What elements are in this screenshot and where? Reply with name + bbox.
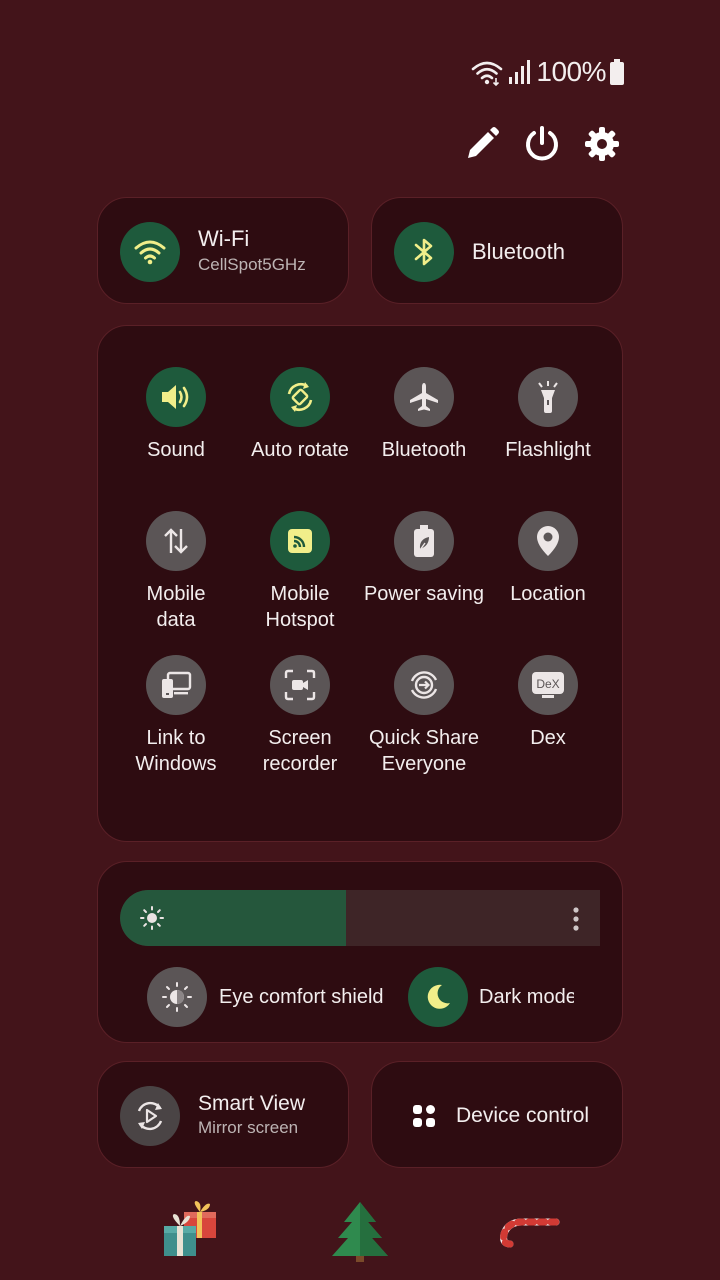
tile-flashlight[interactable]: Flashlight (486, 367, 610, 507)
quick-share-icon[interactable] (394, 655, 454, 715)
tile-location[interactable]: Location (486, 511, 610, 651)
wifi-network-name: CellSpot5GHz (198, 255, 306, 274)
eye-comfort-icon[interactable] (147, 967, 207, 1027)
smart-view-tile[interactable]: Smart View Mirror screen (97, 1061, 349, 1168)
wifi-title: Wi-Fi (198, 226, 250, 251)
power-icon[interactable] (520, 122, 564, 166)
dark-mode-icon[interactable] (408, 967, 468, 1027)
location-icon[interactable] (518, 511, 578, 571)
edit-icon[interactable] (460, 122, 504, 166)
tile-label: Mobile Hotspot (265, 583, 335, 631)
signal-icon (509, 60, 531, 84)
candy-cane-icon (500, 1218, 560, 1248)
tile-label: Dex (530, 727, 566, 749)
airplane-icon[interactable] (394, 367, 454, 427)
mobile-data-icon[interactable] (146, 511, 206, 571)
tile-dex[interactable]: DeX Dex (486, 655, 610, 795)
tile-label: Location (510, 583, 586, 605)
link-to-windows-icon[interactable] (146, 655, 206, 715)
bluetooth-title: Bluetooth (472, 239, 565, 264)
tile-airplane-bluetooth[interactable]: Bluetooth (362, 367, 486, 507)
tile-sound[interactable]: Sound (114, 367, 238, 507)
more-options-icon[interactable] (572, 906, 580, 932)
brightness-slider[interactable] (120, 890, 600, 946)
tile-label: Mobile data (146, 583, 206, 631)
hotspot-icon[interactable] (270, 511, 330, 571)
christmas-tree-icon (332, 1202, 388, 1262)
eye-comfort-toggle[interactable]: Eye comfort shield (147, 967, 387, 1027)
auto-rotate-icon[interactable] (270, 367, 330, 427)
tile-label: Bluetooth (381, 439, 467, 461)
screen-recorder-icon[interactable] (270, 655, 330, 715)
smart-view-title: Smart View (198, 1092, 305, 1115)
tile-screen-recorder[interactable]: Screen recorder (238, 655, 362, 795)
tile-label: Sound (147, 439, 205, 461)
tile-label: Flashlight (505, 439, 591, 461)
tile-power-saving[interactable]: Power saving (362, 511, 486, 651)
battery-percent: 100% (536, 56, 606, 87)
status-bar: 100% (470, 56, 624, 88)
dark-mode-toggle[interactable]: Dark mode (408, 967, 574, 1027)
tile-label: Auto rotate (251, 439, 349, 461)
tile-auto-rotate[interactable]: Auto rotate (238, 367, 362, 507)
wifi-tile[interactable]: Wi-Fi CellSpot5GHz (97, 197, 349, 304)
dark-mode-label: Dark mode (479, 986, 574, 1008)
dex-icon[interactable]: DeX (518, 655, 578, 715)
brightness-sun-icon (140, 906, 164, 930)
quick-panel-actions (460, 122, 624, 170)
eye-comfort-label: Eye comfort shield (219, 986, 384, 1008)
smart-view-subtitle: Mirror screen (198, 1118, 299, 1137)
device-control-tile[interactable]: Device control (371, 1061, 623, 1168)
wifi-icon (472, 61, 503, 86)
tile-label: Screen recorder (262, 727, 338, 775)
device-control-label: Device control (456, 1104, 590, 1127)
power-saving-icon[interactable] (394, 511, 454, 571)
wifi-toggle-icon[interactable] (120, 222, 180, 282)
tile-label: Link to Windows (135, 727, 217, 775)
flashlight-icon[interactable] (518, 367, 578, 427)
tile-link-to-windows[interactable]: Link to Windows (114, 655, 238, 795)
tile-mobile-data[interactable]: Mobile data (114, 511, 238, 651)
gifts-icon (164, 1201, 216, 1256)
tile-label: Power saving (363, 583, 485, 605)
bluetooth-tile[interactable]: Bluetooth (371, 197, 623, 304)
device-control-icon (413, 1105, 435, 1127)
tile-mobile-hotspot[interactable]: Mobile Hotspot (238, 511, 362, 651)
tile-quick-share[interactable]: Quick Share Everyone (362, 655, 486, 795)
tile-label: Quick Share Everyone (368, 727, 480, 775)
sound-icon[interactable] (146, 367, 206, 427)
battery-icon (610, 59, 624, 85)
smart-view-icon[interactable] (120, 1086, 180, 1146)
settings-icon[interactable] (580, 122, 624, 166)
bluetooth-icon[interactable] (394, 222, 454, 282)
dex-icon-text: DeX (536, 677, 559, 691)
quick-settings-grid: Sound Auto rotate Bluetooth Flashlight M… (97, 325, 623, 1147)
